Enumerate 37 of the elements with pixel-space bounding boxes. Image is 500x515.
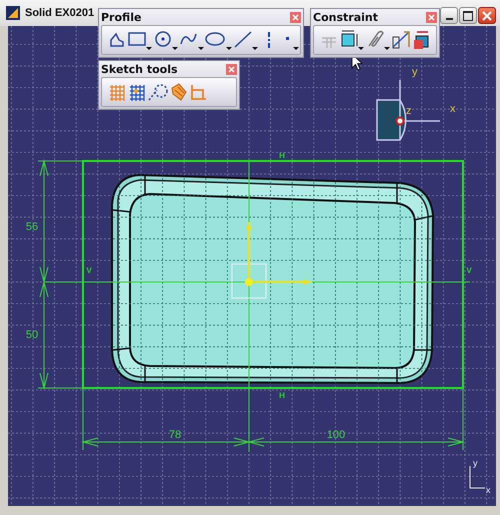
close-button[interactable]	[478, 7, 496, 24]
dimension-label: 56	[26, 221, 38, 233]
axis-x-label: x	[486, 485, 490, 495]
constraint-symbol: V	[86, 266, 92, 275]
toolbar-title: Constraint	[313, 11, 378, 24]
compass-x-label: x	[450, 103, 456, 115]
maximize-button[interactable]	[459, 7, 477, 24]
toolbar-title: Sketch tools	[101, 63, 178, 76]
compass-drawing	[376, 80, 440, 141]
compass-z-label: z	[406, 105, 412, 117]
close-icon[interactable]	[226, 64, 237, 75]
axis-y-label: y	[473, 458, 478, 468]
geometric-constraint-icon[interactable]	[169, 82, 189, 102]
line-icon[interactable]	[233, 29, 259, 51]
window-title: Solid EX0201	[25, 7, 94, 19]
constraint-symbol: V	[466, 266, 472, 275]
constraint-box-icon[interactable]	[339, 29, 365, 51]
minimize-icon	[446, 18, 452, 20]
dimension-label: 78	[168, 429, 182, 441]
constraint-symbol: H	[279, 391, 285, 400]
close-icon[interactable]	[426, 12, 437, 23]
construction-element-icon[interactable]	[147, 82, 169, 102]
constraint-symbol: H	[279, 151, 285, 160]
app-icon	[6, 6, 20, 20]
maximize-icon	[463, 10, 473, 20]
compass-y-label: y	[412, 66, 418, 78]
close-icon	[482, 10, 492, 20]
dimension-label: 100	[326, 429, 346, 441]
toolbar-title: Profile	[101, 11, 142, 24]
minimize-button[interactable]	[440, 7, 458, 24]
dimensional-constraint-icon[interactable]	[189, 82, 209, 102]
close-icon[interactable]	[290, 12, 301, 23]
snap-grid-icon[interactable]	[127, 82, 147, 102]
sketch-axis-drawing	[245, 222, 312, 286]
dimension-label: 50	[26, 329, 38, 341]
origin-square	[232, 264, 266, 298]
circle-icon[interactable]	[153, 29, 179, 51]
